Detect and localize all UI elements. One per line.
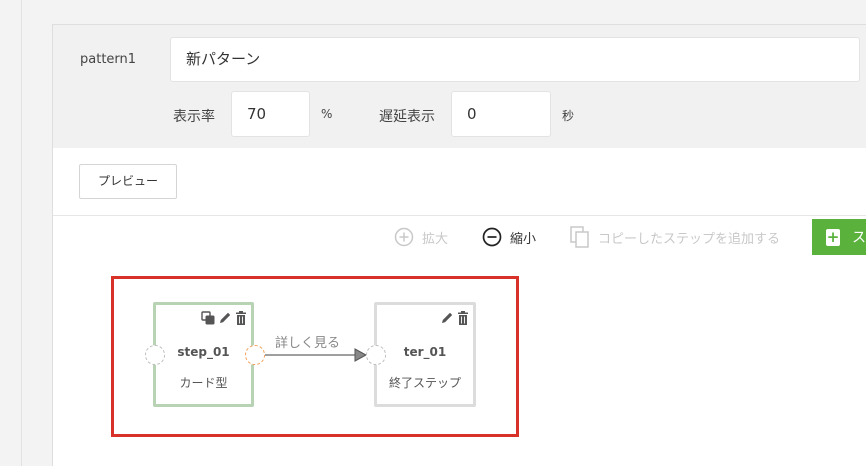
highlight-box (111, 276, 519, 437)
